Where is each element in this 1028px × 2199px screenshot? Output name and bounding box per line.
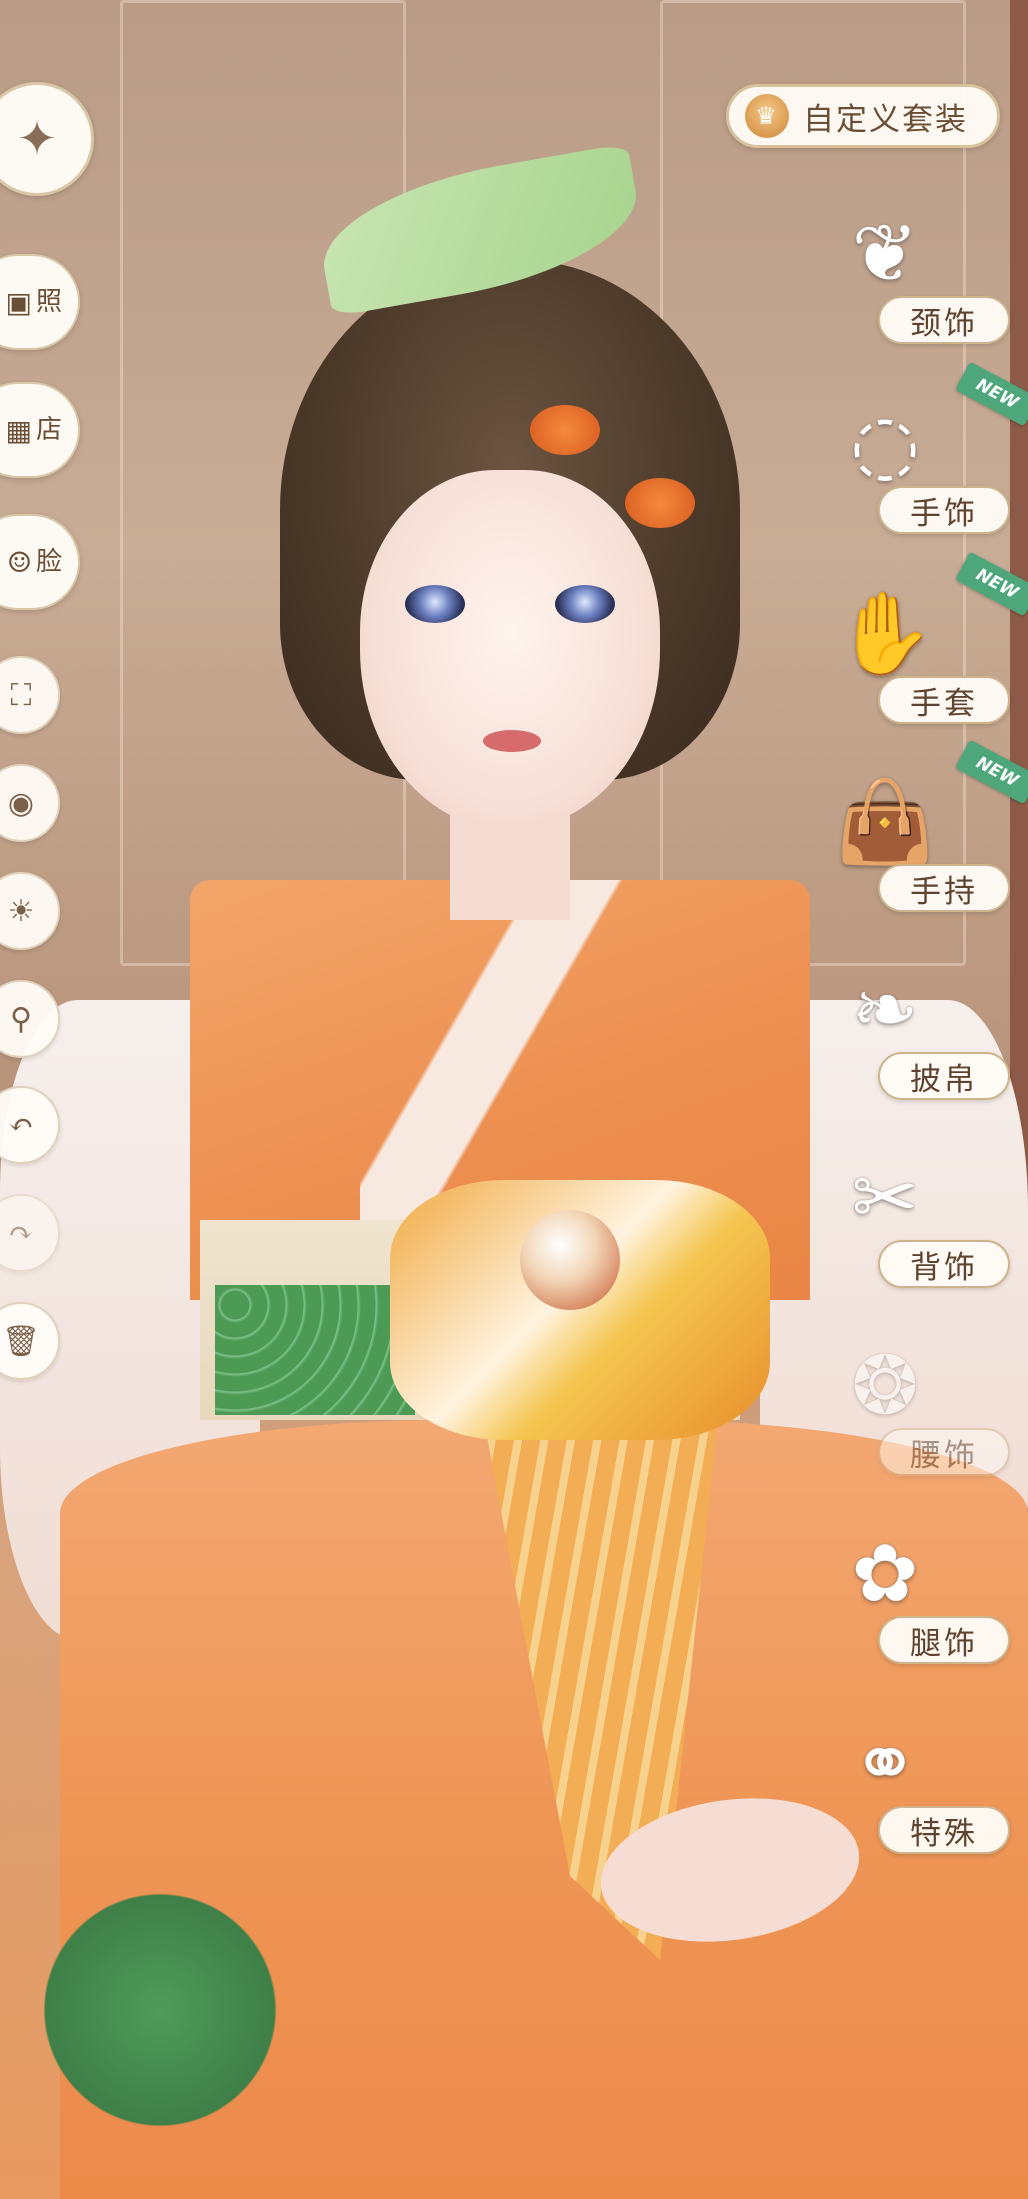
lighting-button[interactable]: ☀	[0, 872, 60, 950]
zoom-button[interactable]: ⚲	[0, 980, 60, 1058]
frame-corners-icon: ⛶	[10, 677, 32, 713]
view-toggle-button[interactable]: ◉	[0, 764, 60, 842]
dress-icon: ♛	[745, 94, 789, 138]
shawl-icon: ❧	[851, 963, 919, 1056]
face-icon: ☺	[6, 545, 32, 579]
shop-label: 店	[35, 415, 62, 445]
face-label: 脸	[35, 547, 62, 577]
magnifier-icon: ⚲	[10, 1001, 32, 1037]
lips	[483, 730, 541, 752]
photo-label: 照	[35, 287, 62, 317]
back-arrow-icon: ✦	[16, 111, 58, 167]
accessory-label: 颈饰	[878, 296, 1010, 344]
delete-button[interactable]: 🗑	[0, 1302, 60, 1380]
undo-button[interactable]: ↶	[0, 1086, 60, 1164]
special-ring-icon: ⚭	[851, 1717, 919, 1810]
left-toolbar: ✦ ▣ 照 ▦ 店 ☺ 脸 ⛶ ◉ ☀ ⚲ ↶ ↷ 🗑	[0, 0, 100, 2199]
accessory-leg[interactable]: ✿ 腿饰	[820, 1524, 1020, 1704]
leg-ornament-icon: ✿	[851, 1527, 919, 1620]
eye-icon: ◉	[7, 785, 35, 821]
custom-outfit-label: 自定义套装	[803, 101, 968, 138]
koi-pendant	[520, 1210, 620, 1310]
obi-green-pattern	[215, 1285, 415, 1415]
shop-button[interactable]: ▦ 店	[0, 382, 80, 478]
fullscreen-button[interactable]: ⛶	[0, 656, 60, 734]
left-eye	[405, 585, 465, 623]
shop-icon: ▦	[5, 413, 32, 447]
accessory-label: 手持	[878, 864, 1010, 912]
back-bow-icon: ✂	[851, 1151, 919, 1244]
accessory-label: 手套	[878, 676, 1010, 724]
back-button[interactable]: ✦	[0, 82, 94, 196]
sun-icon: ☀	[7, 893, 35, 929]
accessory-label: 特殊	[878, 1806, 1010, 1854]
accessory-gloves[interactable]: ✋ 手套	[820, 584, 1020, 764]
accessory-shawl[interactable]: ❧ 披帛	[820, 960, 1020, 1140]
face-button[interactable]: ☺ 脸	[0, 514, 80, 610]
accessory-bracelet[interactable]: ◌ 手饰	[820, 394, 1020, 574]
accessory-back[interactable]: ✂ 背饰	[820, 1148, 1020, 1328]
accessory-label: 手饰	[878, 486, 1010, 534]
undo-icon: ↶	[8, 1107, 34, 1143]
handbag-icon: 👜	[835, 775, 935, 868]
glove-icon: ✋	[835, 587, 935, 680]
face	[360, 470, 660, 830]
waist-ornament-icon: ❂	[851, 1339, 919, 1432]
accessory-necklace[interactable]: ❦ 颈饰	[820, 204, 1020, 384]
accessory-label: 腰饰	[878, 1428, 1010, 1476]
accessory-special[interactable]: ⚭ 特殊	[820, 1714, 1020, 1894]
accessory-handheld[interactable]: 👜 手持	[820, 772, 1020, 952]
trash-icon: 🗑	[1, 1323, 41, 1359]
right-eye	[555, 585, 615, 623]
accessory-label: 背饰	[878, 1240, 1010, 1288]
goldfish-ornament	[530, 405, 600, 455]
accessory-label: 披帛	[878, 1052, 1010, 1100]
custom-outfit-button[interactable]: ♛ 自定义套装	[726, 84, 1000, 148]
lace-collar	[360, 880, 660, 1220]
goldfish-ornament	[625, 478, 695, 528]
photo-button[interactable]: ▣ 照	[0, 254, 80, 350]
bracelet-icon: ◌	[850, 397, 920, 490]
necklace-bow-icon: ❦	[851, 207, 919, 300]
redo-button[interactable]: ↷	[0, 1194, 60, 1272]
accessory-label: 腿饰	[878, 1616, 1010, 1664]
redo-icon: ↷	[8, 1215, 34, 1251]
accessory-waist[interactable]: ❂ 腰饰	[820, 1336, 1020, 1516]
camera-icon: ▣	[5, 285, 32, 319]
